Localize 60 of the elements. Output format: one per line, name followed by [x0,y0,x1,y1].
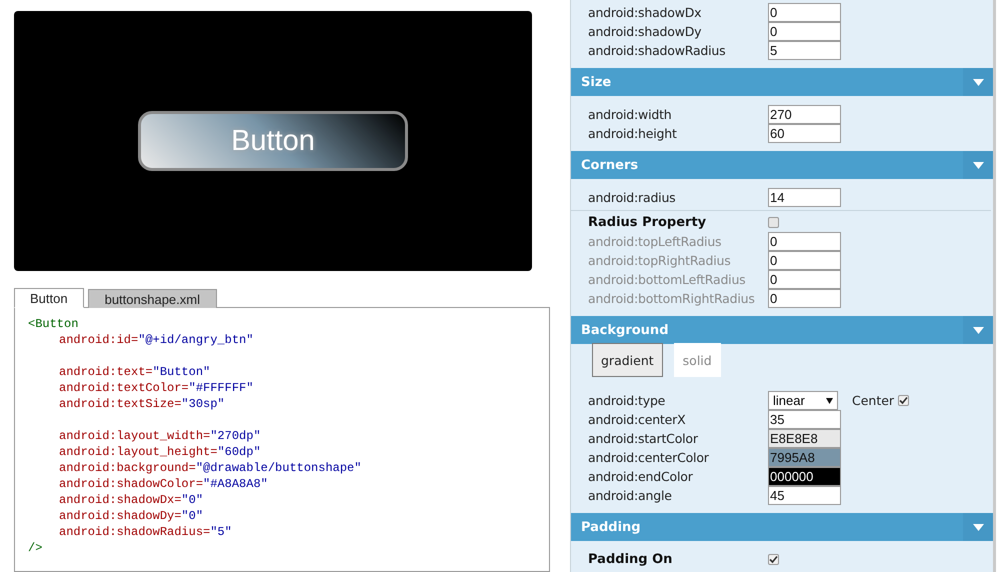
input-field[interactable]: 0 [768,3,841,22]
input-field[interactable]: 45 [768,486,841,505]
section-title: Padding [581,520,641,534]
code-tab[interactable]: buttonshape.xml [88,289,217,308]
field-label: android:shadowDy [588,24,702,39]
field-label: android:startColor [588,431,699,446]
checkbox[interactable] [768,554,779,565]
field-label: android:shadowDx [588,5,702,20]
input-field[interactable]: 14 [768,188,841,207]
field-label: android:topRightRadius [588,253,732,268]
color-field[interactable]: E8E8E8 [768,429,841,448]
checkbox[interactable] [768,217,779,228]
section-title: Corners [581,158,638,172]
code-line: android:id="@+id/angry_btn" [58,332,254,348]
field-label: android:centerColor [588,450,710,465]
field-label: android:type [588,393,666,408]
code-line: android:shadowColor="#A8A8A8" [58,476,269,492]
code-line: /> [28,540,44,556]
field-label: android:centerX [588,412,686,427]
dropdown-arrow-icon [972,524,984,530]
field-label: android:shadowRadius [588,43,726,58]
code-line: <Button [28,316,80,332]
code-line: android:background="@drawable/buttonshape" [58,460,362,476]
checkbox[interactable] [898,395,910,406]
code-tab[interactable]: Button [14,288,84,308]
code-line: android:shadowRadius="5" [58,524,233,540]
mode-button[interactable]: gradient [592,343,663,377]
input-field[interactable]: 35 [768,410,841,429]
field-label: android:bottomLeftRadius [588,272,746,287]
color-field[interactable]: 7995A8 [768,448,841,467]
toggle-label: Radius Property [588,215,708,230]
input-field[interactable]: 60 [768,124,841,143]
code-line: android:layout_height="60dp" [58,444,262,460]
field-label: android:width [588,107,673,122]
caret-icon [826,398,833,404]
code-line: android:textColor="#FFFFFF" [58,380,254,396]
code-line: android:layout_width="270dp" [58,428,262,444]
field-label: android:height [588,126,678,141]
field-label: android:topLeftRadius [588,234,722,249]
field-label: android:radius [588,190,676,205]
type-select[interactable]: linear [768,391,838,410]
input-field[interactable]: 0 [768,22,841,41]
input-field[interactable]: 270 [768,105,841,124]
code-line: android:shadowDx="0" [58,492,204,508]
dropdown-arrow-icon [972,326,984,334]
color-field[interactable]: 000000 [768,467,841,486]
section-title: Size [581,74,612,90]
field-label: android:angle [588,488,673,503]
code-line: android:textSize="30sp" [58,396,226,412]
dropdown-arrow-icon [972,162,984,168]
code-line: android:text="Button" [58,364,212,380]
code-line: android:shadowDy="0" [58,508,204,524]
field-label: android:bottomRightRadius [588,291,756,306]
mode-button[interactable]: solid [674,343,721,377]
input-field[interactable]: 5 [768,41,841,60]
toggle-label: Padding On [588,552,674,567]
section-title: Background [581,322,668,338]
field-label: android:endColor [588,469,694,484]
option-label: Center [852,393,894,408]
dropdown-arrow-icon [972,78,984,86]
